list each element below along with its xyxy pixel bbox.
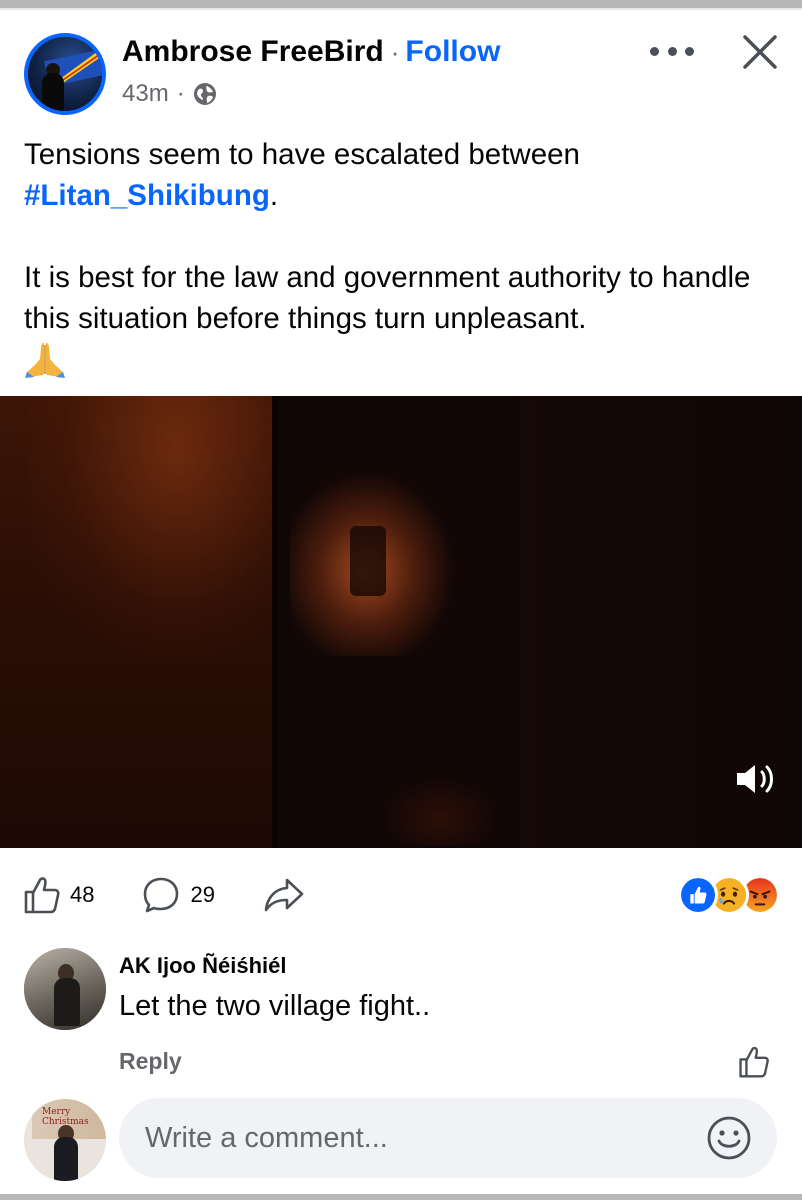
comment-like-icon[interactable] <box>738 1046 770 1078</box>
like-button[interactable]: 48 <box>24 876 94 914</box>
screen-top-border-inner <box>0 8 802 10</box>
screen-bottom-border <box>0 1194 802 1200</box>
post-time[interactable]: 43m <box>122 80 169 108</box>
reaction-summary[interactable] <box>678 875 780 915</box>
globe-icon <box>193 83 216 105</box>
post-text-line2: #Litan_Shikibung. <box>24 175 784 216</box>
share-arrow-icon <box>264 878 304 912</box>
post-body: Tensions seem to have escalated between … <box>24 134 784 390</box>
thumbs-up-icon <box>24 877 60 914</box>
post-header: Ambrose FreeBird · Follow <box>122 35 500 69</box>
comment-count: 29 <box>190 882 215 907</box>
like-count: 48 <box>70 882 95 907</box>
author-name[interactable]: Ambrose FreeBird <box>122 35 384 69</box>
post-actions-bar: 48 29 <box>24 872 353 918</box>
commenter-avatar[interactable] <box>24 948 106 1030</box>
comment-text: Let the two village fight.. <box>119 990 431 1022</box>
follow-button[interactable]: Follow <box>405 35 500 69</box>
post-text-paragraph2: It is best for the law and government au… <box>24 261 751 335</box>
reply-button[interactable]: Reply <box>119 1048 182 1075</box>
comment-input[interactable]: Write a comment... <box>145 1122 388 1155</box>
more-options-icon[interactable] <box>650 36 694 66</box>
post-text-line1: Tensions seem to have escalated between <box>24 138 580 171</box>
comment-button[interactable]: 29 <box>142 876 215 914</box>
avatar-banner-text: Merry Christmas <box>42 1107 89 1127</box>
hashtag-link[interactable]: #Litan_Shikibung <box>24 179 270 212</box>
comment-input-box[interactable]: Write a comment... <box>119 1098 777 1178</box>
screen-top-border <box>0 0 802 8</box>
name-separator: · <box>390 37 400 67</box>
author-avatar[interactable] <box>24 33 106 115</box>
share-button[interactable] <box>263 876 305 914</box>
commenter-name[interactable]: AK Ijoo Ñéiśhiél <box>119 953 286 979</box>
video-player[interactable] <box>0 396 802 848</box>
like-reaction-icon <box>678 875 718 915</box>
current-user-avatar[interactable]: Merry Christmas <box>24 1099 106 1181</box>
smiley-icon[interactable] <box>706 1115 752 1161</box>
close-icon[interactable] <box>738 30 782 74</box>
comment-bubble-icon <box>144 877 179 913</box>
hashtag-suffix: . <box>269 179 279 212</box>
pray-icon <box>25 343 65 378</box>
volume-icon[interactable] <box>735 761 777 797</box>
post-meta: 43m · <box>122 80 217 108</box>
meta-separator: · <box>176 80 185 107</box>
